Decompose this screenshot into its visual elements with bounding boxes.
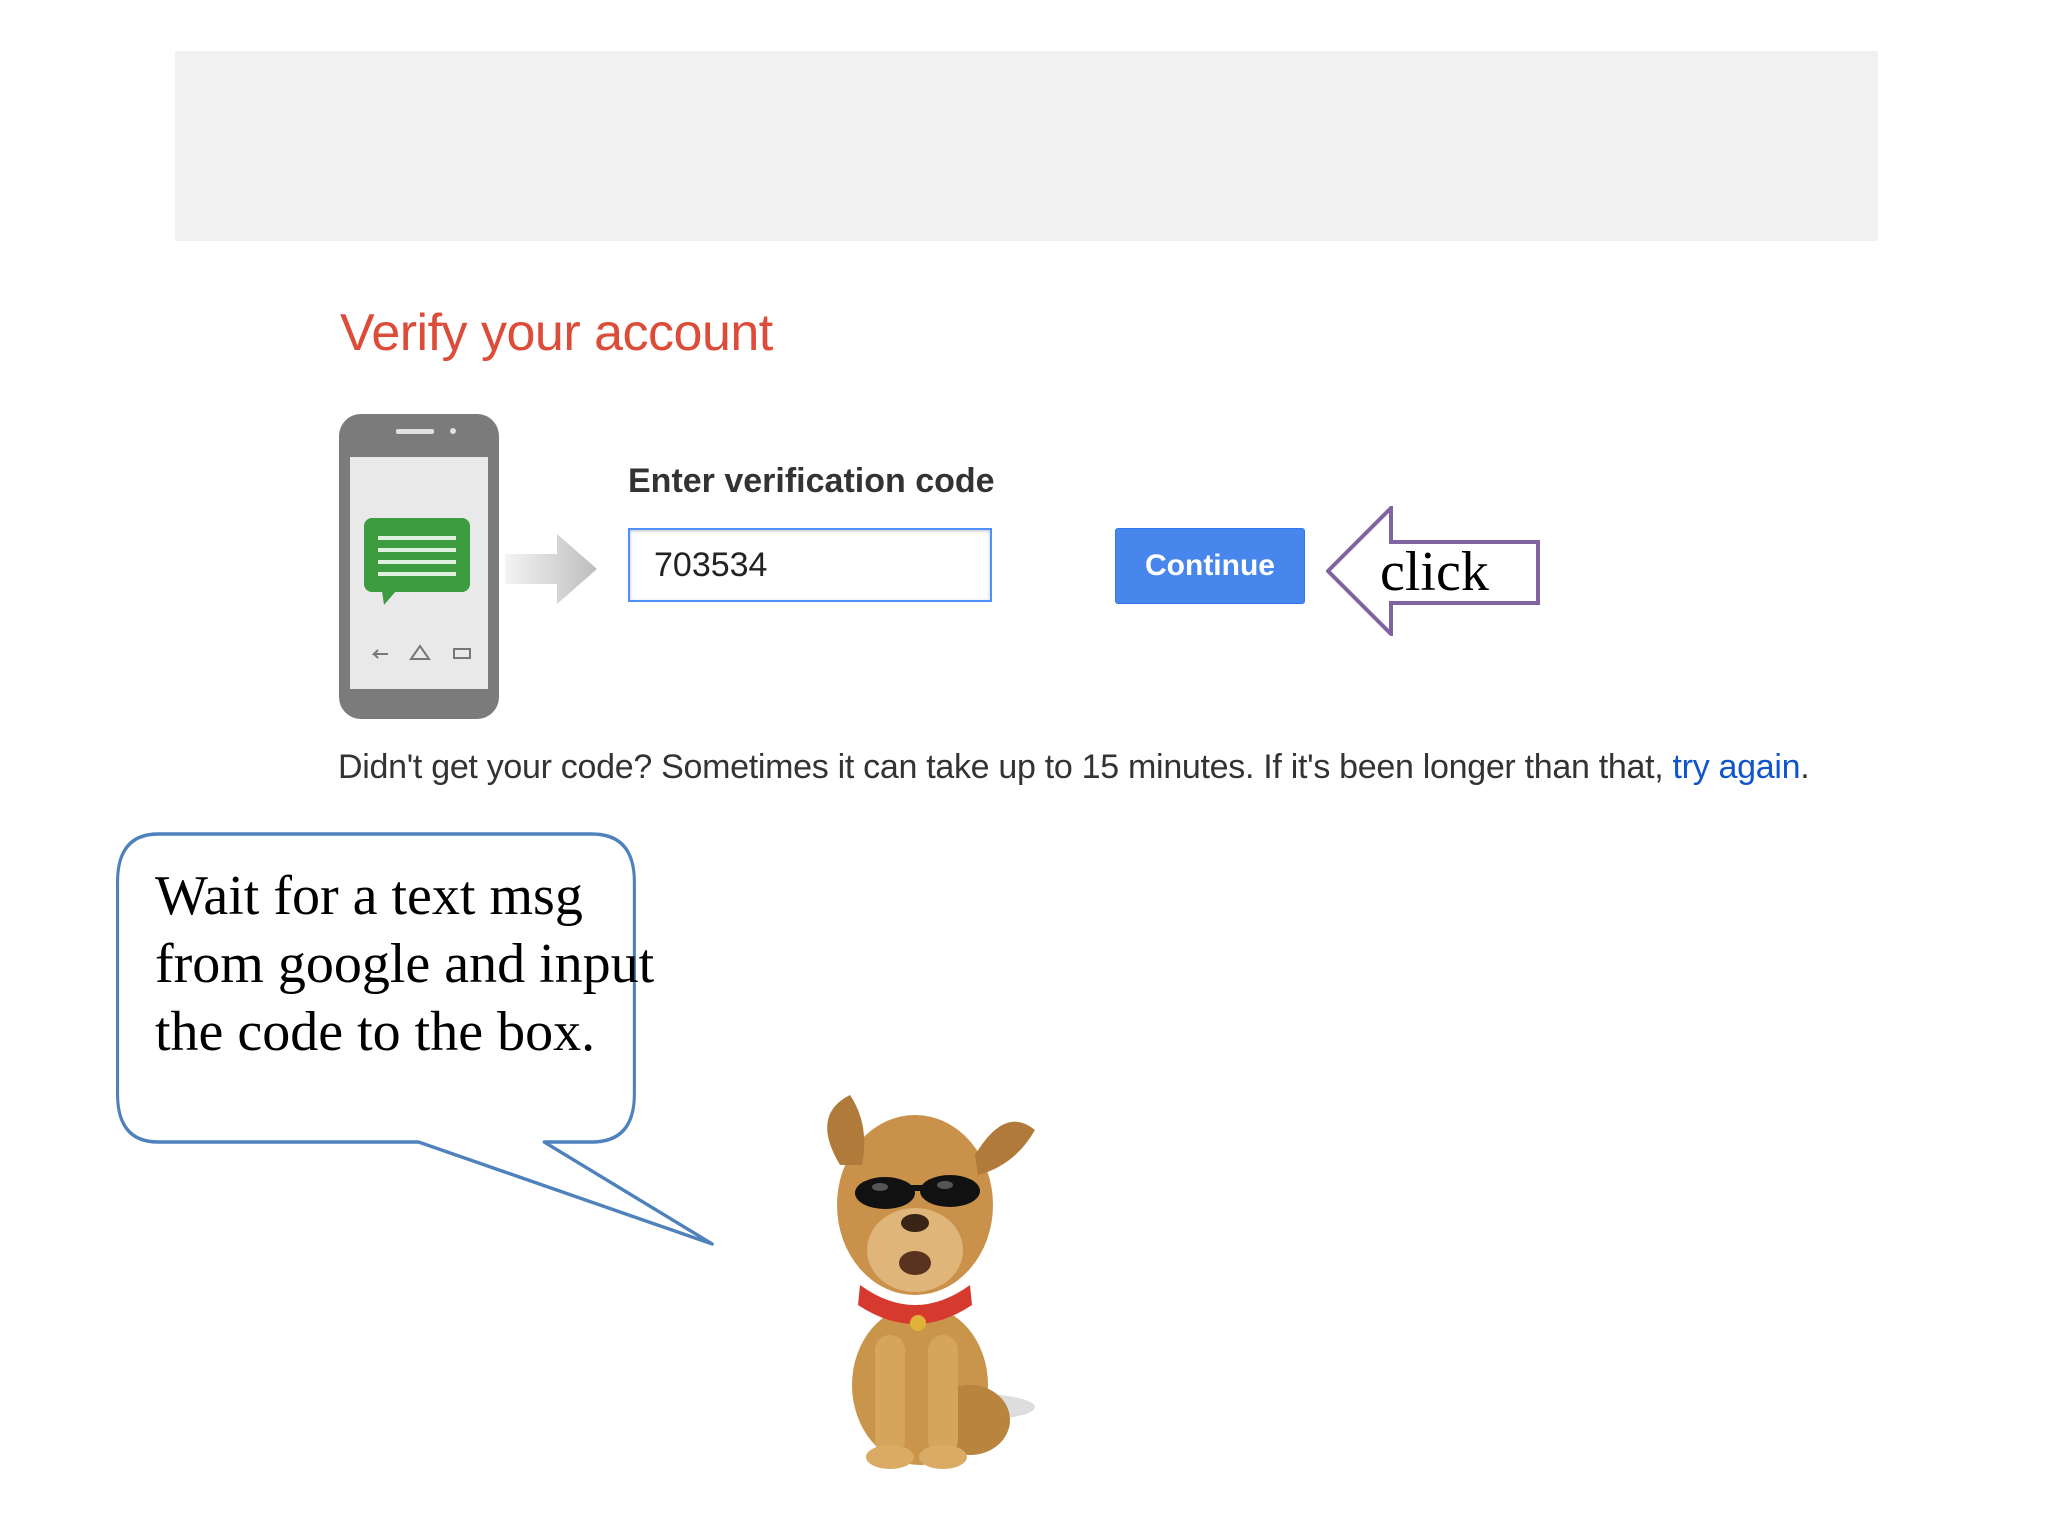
verification-code-label: Enter verification code	[628, 462, 995, 500]
help-text-body: Didn't get your code? Sometimes it can t…	[338, 748, 1673, 786]
try-again-link[interactable]: try again	[1673, 748, 1801, 786]
speech-bubble-text: Wait for a text msg from google and inpu…	[155, 865, 655, 1063]
help-text: Didn't get your code? Sometimes it can t…	[338, 748, 1810, 787]
verification-code-input[interactable]	[628, 528, 992, 602]
phone-sms-icon	[339, 414, 499, 719]
right-arrow-icon	[505, 534, 597, 604]
dog-mascot-image	[827, 1095, 1035, 1469]
continue-button[interactable]: Continue	[1115, 528, 1305, 604]
page-title: Verify your account	[340, 304, 773, 362]
header-bar	[175, 51, 1878, 241]
help-text-period: .	[1800, 748, 1810, 786]
click-annotation: click	[1380, 541, 1489, 603]
